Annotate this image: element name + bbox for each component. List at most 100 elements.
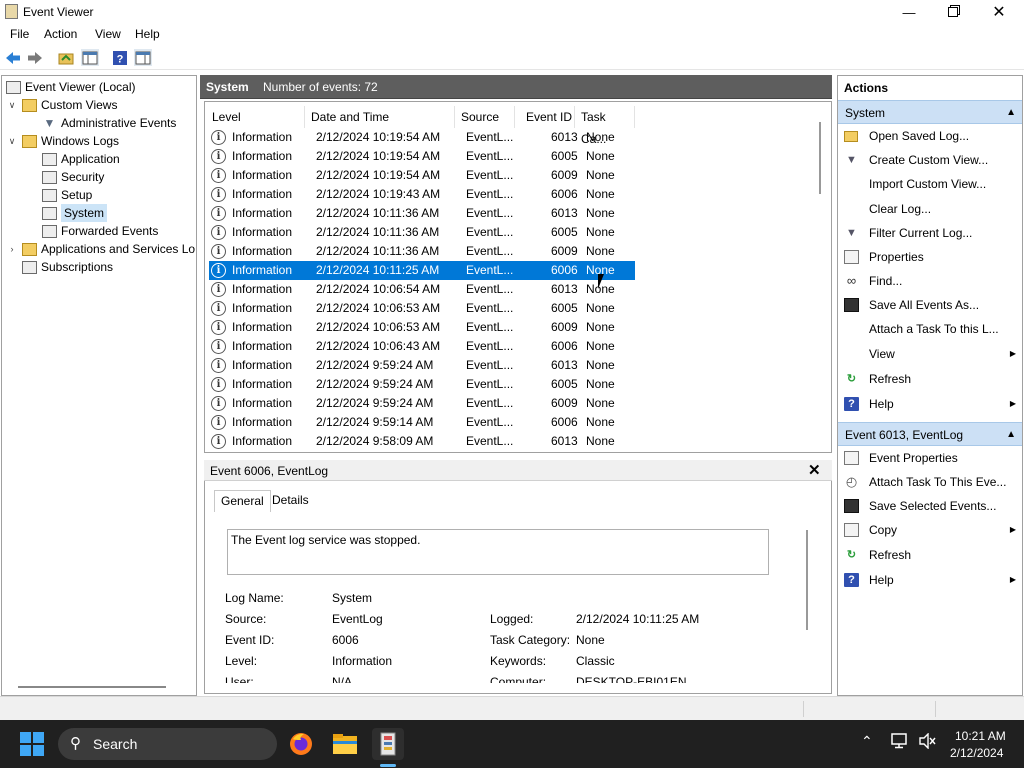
close-icon: ✕: [992, 4, 1006, 21]
menu-action[interactable]: Action: [44, 27, 77, 41]
folder-icon: [22, 98, 37, 112]
action-refresh[interactable]: ↻ Refresh: [838, 543, 1022, 567]
tree-security[interactable]: Security: [2, 168, 196, 186]
action-save-all-events-as[interactable]: Save All Events As...: [838, 293, 1022, 317]
action-view[interactable]: View ▶: [838, 342, 1022, 366]
cell-level: Information: [232, 168, 293, 182]
show-hide-console-tree-icon: [82, 51, 98, 64]
tree-administrative-events[interactable]: ▼ Administrative Events: [2, 114, 196, 132]
event-row[interactable]: i Information 2/12/2024 10:11:25 AM EventL.…: [209, 261, 635, 280]
event-row[interactable]: i Information 2/12/2024 9:59:24 AM EventL..…: [209, 394, 635, 413]
start-button[interactable]: [20, 732, 44, 756]
tree-forwarded-events[interactable]: Forwarded Events: [2, 222, 196, 240]
event-row[interactable]: i Information 2/12/2024 9:59:24 AM EventL..…: [209, 356, 635, 375]
forward-button[interactable]: [26, 49, 44, 66]
help-icon: ?: [113, 50, 127, 65]
tree-applications-and-services[interactable]: › Applications and Services Lo: [2, 240, 196, 258]
event-row[interactable]: i Information 2/12/2024 10:19:54 AM EventL.…: [209, 166, 635, 185]
event-row[interactable]: i Information 2/12/2024 10:11:36 AM EventL.…: [209, 223, 635, 242]
grid-vertical-scrollbar[interactable]: [819, 122, 821, 194]
action-refresh[interactable]: ↻ Refresh: [838, 367, 1022, 391]
restore-button[interactable]: [930, 0, 976, 24]
close-detail-button[interactable]: ✕: [808, 461, 821, 479]
close-button[interactable]: ✕: [976, 0, 1022, 24]
event-row[interactable]: i Information 2/12/2024 10:11:36 AM EventL.…: [209, 204, 635, 223]
column-source[interactable]: Source: [455, 106, 515, 128]
action-help[interactable]: ? Help ▶: [838, 568, 1022, 592]
file-explorer-taskbar-button[interactable]: [329, 728, 361, 760]
back-button[interactable]: [4, 49, 22, 66]
action-create-custom-view[interactable]: ▼ Create Custom View...: [838, 148, 1022, 172]
column-level[interactable]: Level: [206, 106, 305, 128]
column-task-category[interactable]: Task Ca...: [575, 106, 635, 146]
column-date-time[interactable]: Date and Time: [305, 106, 455, 128]
tree-setup[interactable]: Setup: [2, 186, 196, 204]
tree-windows-logs[interactable]: ∨ Windows Logs: [2, 132, 196, 150]
action-clear-log[interactable]: Clear Log...: [838, 197, 1022, 221]
tab-general[interactable]: General: [214, 490, 271, 512]
event-row[interactable]: i Information 2/12/2024 10:06:43 AM EventL.…: [209, 337, 635, 356]
show-hide-console-tree-button[interactable]: [81, 49, 99, 66]
event-viewer-taskbar-button[interactable]: [372, 728, 404, 760]
volume-muted-icon: [919, 732, 936, 750]
action-event-properties[interactable]: Event Properties: [838, 446, 1022, 470]
action-filter-current-log[interactable]: ▼ Filter Current Log...: [838, 221, 1022, 245]
tree-custom-views[interactable]: ∨ Custom Views: [2, 96, 196, 114]
event-row[interactable]: i Information 2/12/2024 10:11:36 AM EventL.…: [209, 242, 635, 261]
chevron-down-icon[interactable]: ∨: [6, 132, 18, 150]
column-event-id[interactable]: Event ID: [515, 106, 575, 128]
action-properties[interactable]: Properties: [838, 245, 1022, 269]
event-fields: Log Name: System Source: EventLog Logged…: [205, 583, 815, 683]
actions-section-system[interactable]: System ▲: [838, 100, 1022, 124]
up-button[interactable]: [57, 49, 75, 66]
log-icon: [42, 188, 57, 202]
action-attach-task-to-this-eve[interactable]: ◴ Attach Task To This Eve...: [838, 470, 1022, 494]
tree-subscriptions[interactable]: Subscriptions: [2, 258, 196, 276]
actions-section-event[interactable]: Event 6013, EventLog ▲: [838, 422, 1022, 446]
clock-date[interactable]: 2/12/2024: [950, 746, 1003, 760]
action-copy[interactable]: Copy ▶: [838, 518, 1022, 542]
tree-application[interactable]: Application: [2, 150, 196, 168]
event-row[interactable]: i Information 2/12/2024 10:06:54 AM EventL.…: [209, 280, 635, 299]
event-row[interactable]: i Information 2/12/2024 10:19:54 AM EventL.…: [209, 147, 635, 166]
event-row[interactable]: i Information 2/12/2024 9:59:14 AM EventL..…: [209, 413, 635, 432]
chevron-down-icon[interactable]: ∨: [6, 96, 18, 114]
action-attach-a-task-to-this-l[interactable]: Attach a Task To this L...: [838, 317, 1022, 341]
clock-time[interactable]: 10:21 AM: [955, 729, 1006, 743]
help-toolbar-button[interactable]: ?: [111, 49, 129, 66]
action-label: Refresh: [869, 372, 912, 386]
action-help[interactable]: ? Help ▶: [838, 392, 1022, 416]
minimize-button[interactable]: —: [886, 0, 932, 24]
menu-help[interactable]: Help: [135, 27, 160, 41]
tree-horizontal-scrollbar[interactable]: [18, 686, 166, 688]
tab-details[interactable]: Details: [266, 490, 315, 512]
collapse-icon[interactable]: ▲: [1006, 101, 1016, 125]
tree-root[interactable]: Event Viewer (Local): [2, 78, 196, 96]
event-row[interactable]: i Information 2/12/2024 9:58:09 AM EventL..…: [209, 432, 635, 451]
chevron-right-icon[interactable]: ›: [6, 240, 18, 258]
event-row[interactable]: i Information 2/12/2024 10:06:53 AM EventL.…: [209, 318, 635, 337]
firefox-taskbar-button[interactable]: [285, 728, 317, 760]
tree-system[interactable]: System: [2, 204, 196, 222]
network-button[interactable]: [891, 733, 909, 752]
action-import-custom-view[interactable]: Import Custom View...: [838, 172, 1022, 196]
show-hide-action-pane-button[interactable]: [134, 49, 152, 66]
action-label: Filter Current Log...: [869, 226, 973, 240]
menu-file[interactable]: File: [10, 27, 29, 41]
event-row[interactable]: i Information 2/12/2024 10:19:43 AM EventL.…: [209, 185, 635, 204]
volume-button[interactable]: [918, 732, 936, 752]
menu-view[interactable]: View: [95, 27, 121, 41]
taskbar-search[interactable]: ⚲ Search: [58, 728, 277, 760]
action-open-saved-log[interactable]: Open Saved Log...: [838, 124, 1022, 148]
collapse-icon[interactable]: ▲: [1006, 423, 1016, 447]
event-row[interactable]: i Information 2/12/2024 10:06:53 AM EventL.…: [209, 299, 635, 318]
event-row[interactable]: i Information 2/12/2024 9:59:24 AM EventL..…: [209, 375, 635, 394]
action-find[interactable]: ∞ Find...: [838, 269, 1022, 293]
file-explorer-icon: [333, 734, 357, 754]
action-save-selected-events[interactable]: Save Selected Events...: [838, 494, 1022, 518]
show-hidden-icons-button[interactable]: ⌃: [861, 733, 873, 750]
cell-date-time: 2/12/2024 10:19:43 AM: [316, 187, 441, 201]
information-icon: i: [211, 415, 226, 430]
cell-source: EventL...: [466, 396, 514, 410]
event-row[interactable]: i Information 2/12/2024 10:19:54 AM EventL.…: [209, 128, 635, 147]
